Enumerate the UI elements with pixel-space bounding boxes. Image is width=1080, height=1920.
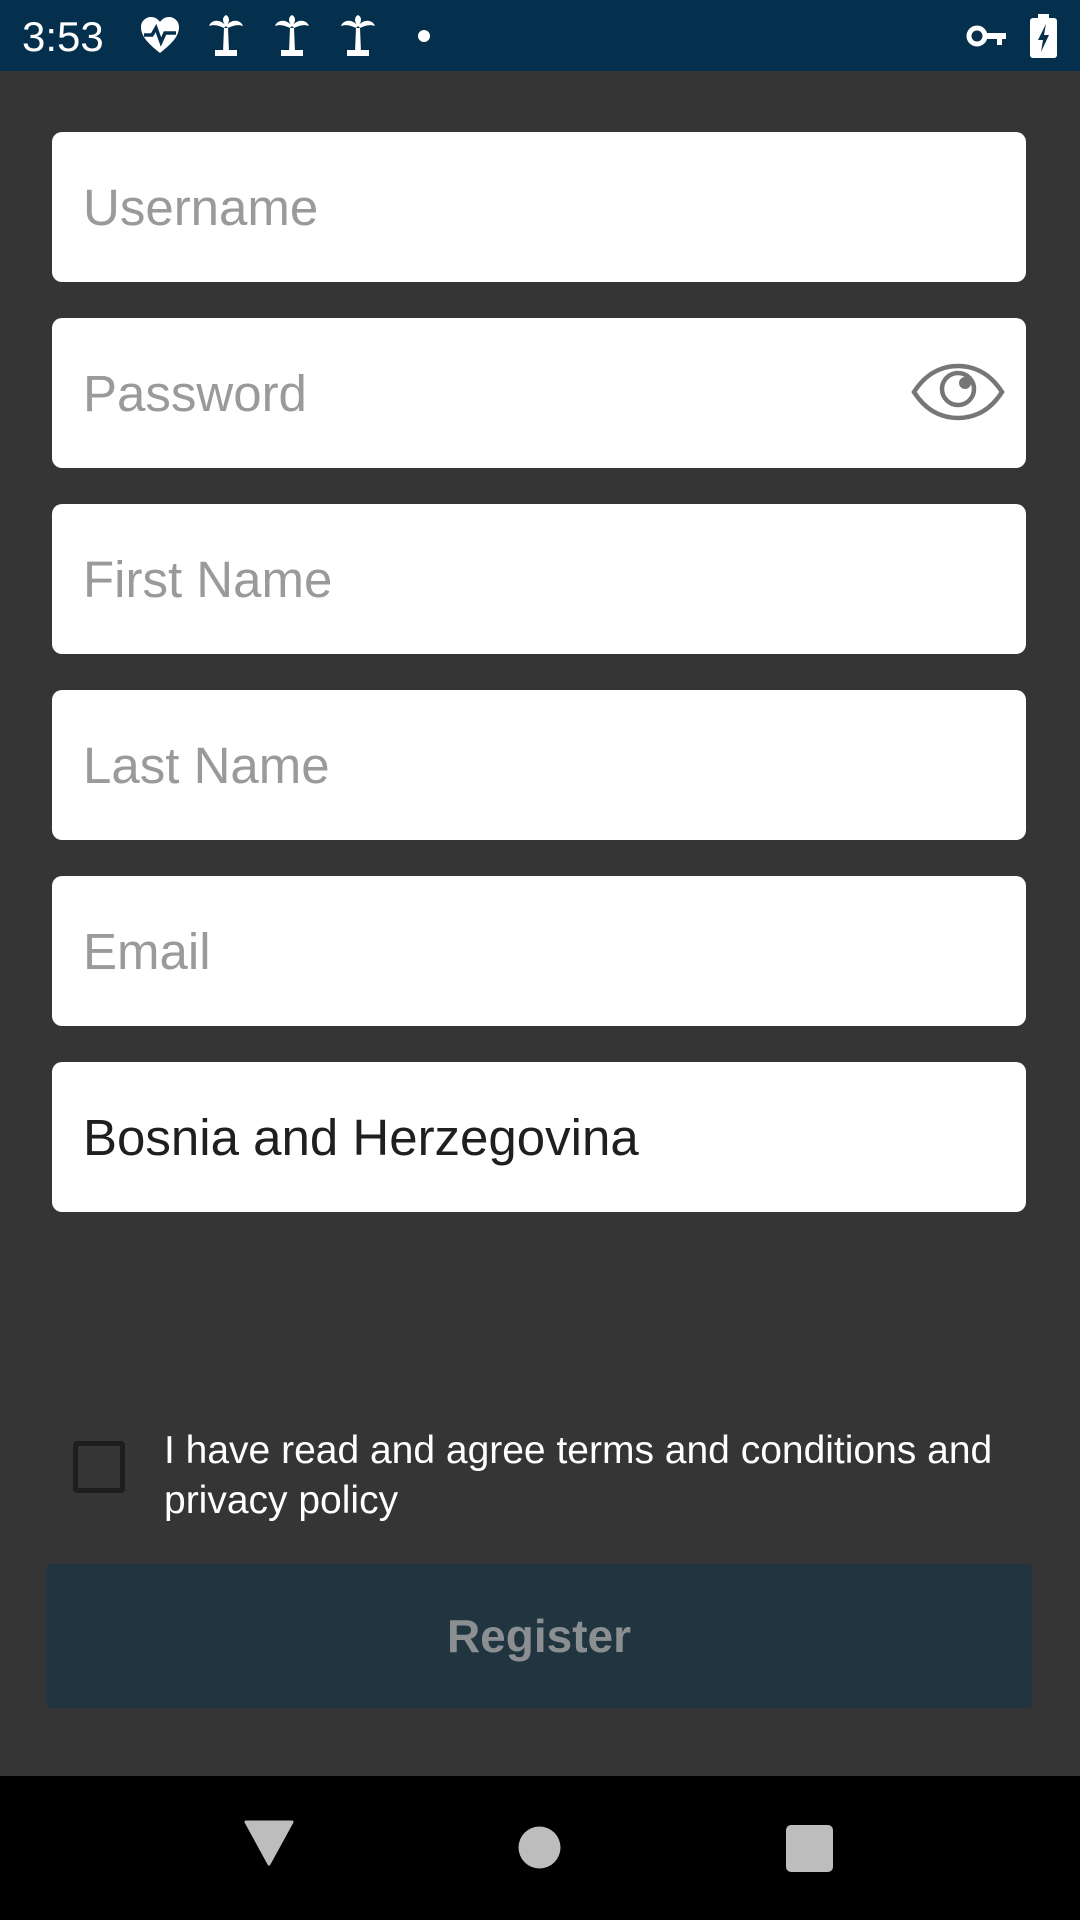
country-value: Bosnia and Herzegovina <box>83 1109 639 1166</box>
last-name-field[interactable] <box>52 690 1026 840</box>
password-field[interactable] <box>52 318 1026 468</box>
back-triangle-icon[interactable] <box>244 1820 294 1866</box>
password-input[interactable] <box>52 318 1026 468</box>
username-input[interactable] <box>52 132 1026 282</box>
terms-label: I have read and agree terms and conditio… <box>164 1429 993 1522</box>
username-field[interactable] <box>52 132 1026 282</box>
status-time: 3:53 <box>22 13 104 60</box>
email-field[interactable] <box>52 876 1026 1026</box>
palm-tree-icon <box>275 15 309 56</box>
email-input[interactable] <box>52 876 1026 1026</box>
country-select[interactable]: Bosnia and Herzegovina <box>52 1062 1026 1212</box>
first-name-input[interactable] <box>52 504 1026 654</box>
palm-tree-icon <box>341 15 375 56</box>
heart-pulse-icon <box>141 17 179 53</box>
home-circle-icon[interactable] <box>518 1826 561 1869</box>
first-name-field[interactable] <box>52 504 1026 654</box>
dot-icon <box>418 30 430 42</box>
register-button[interactable]: Register <box>46 1564 1032 1708</box>
eye-icon[interactable] <box>910 362 1006 422</box>
palm-tree-icon <box>209 15 243 56</box>
vpn-key-icon <box>966 25 1006 47</box>
status-bar: 3:53 <box>0 0 1080 71</box>
terms-checkbox[interactable] <box>73 1441 125 1493</box>
last-name-input[interactable] <box>52 690 1026 840</box>
recents-square-icon[interactable] <box>786 1825 833 1872</box>
battery-charging-icon <box>1030 14 1057 58</box>
